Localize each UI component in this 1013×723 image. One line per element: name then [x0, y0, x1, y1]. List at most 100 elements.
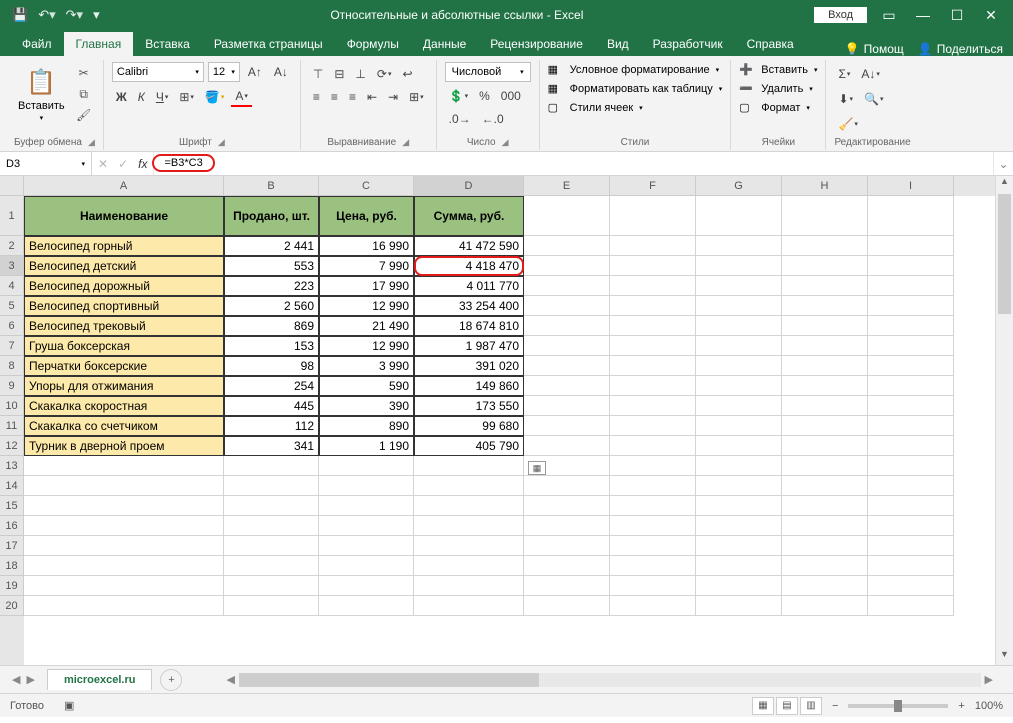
cell[interactable]: 12 990 [319, 296, 414, 316]
col-header[interactable]: H [782, 176, 868, 196]
cancel-formula-icon[interactable]: ✕ [98, 157, 108, 171]
cell[interactable]: 149 860 [414, 376, 524, 396]
cell[interactable] [868, 356, 954, 376]
cell[interactable] [414, 496, 524, 516]
cell[interactable]: 12 990 [319, 336, 414, 356]
add-sheet-button[interactable]: + [160, 669, 182, 691]
cell[interactable] [524, 376, 610, 396]
cell[interactable] [414, 456, 524, 476]
cell[interactable] [319, 596, 414, 616]
row-header[interactable]: 12 [0, 436, 24, 456]
cell[interactable] [610, 456, 696, 476]
col-header[interactable]: C [319, 176, 414, 196]
cell[interactable]: 17 990 [319, 276, 414, 296]
cell[interactable]: Велосипед дорожный [24, 276, 224, 296]
cell[interactable]: Скакалка со счетчиком [24, 416, 224, 436]
cell[interactable] [782, 496, 868, 516]
cell[interactable]: 1 190 [319, 436, 414, 456]
autosum-button[interactable]: Σ▾ [834, 65, 854, 83]
scroll-right-icon[interactable]: ▶ [981, 673, 997, 686]
cell[interactable] [868, 476, 954, 496]
cell[interactable] [696, 196, 782, 236]
clear-button[interactable]: 🧹▾ [834, 115, 861, 133]
cell[interactable] [696, 476, 782, 496]
cell[interactable] [782, 436, 868, 456]
cell-styles-button[interactable]: ▢Стили ячеек▾ [548, 100, 643, 115]
cell[interactable] [319, 456, 414, 476]
cell[interactable] [319, 476, 414, 496]
formula-input[interactable]: =B3*C3 [154, 152, 993, 175]
cell[interactable] [696, 576, 782, 596]
cell[interactable] [782, 576, 868, 596]
cell[interactable] [414, 576, 524, 596]
view-normal-icon[interactable]: ▦ [752, 697, 774, 715]
comma-format-icon[interactable]: 000 [497, 87, 525, 105]
cell[interactable] [696, 376, 782, 396]
cell[interactable] [610, 316, 696, 336]
cell[interactable] [224, 556, 319, 576]
cell[interactable] [524, 316, 610, 336]
align-middle-icon[interactable]: ⊟ [330, 65, 348, 83]
login-button[interactable]: Вход [814, 7, 867, 23]
row-header[interactable]: 17 [0, 536, 24, 556]
scroll-up-icon[interactable]: ▲ [996, 176, 1013, 192]
cell[interactable] [610, 556, 696, 576]
tab-help[interactable]: Справка [735, 32, 806, 56]
cell[interactable] [868, 396, 954, 416]
enter-formula-icon[interactable]: ✓ [118, 157, 128, 171]
dialog-launcher-icon[interactable]: ◢ [402, 137, 409, 148]
cell[interactable] [782, 556, 868, 576]
cell[interactable] [24, 556, 224, 576]
cell[interactable] [696, 316, 782, 336]
cell[interactable]: Упоры для отжимания [24, 376, 224, 396]
italic-button[interactable]: К [134, 87, 149, 107]
row-header[interactable]: 20 [0, 596, 24, 616]
cell[interactable]: 1 987 470 [414, 336, 524, 356]
tab-developer[interactable]: Разработчик [641, 32, 735, 56]
cell[interactable]: 391 020 [414, 356, 524, 376]
cell[interactable] [610, 476, 696, 496]
cell[interactable] [610, 576, 696, 596]
cell[interactable] [696, 436, 782, 456]
cell[interactable] [868, 416, 954, 436]
cell[interactable] [696, 356, 782, 376]
cell[interactable] [868, 496, 954, 516]
cell[interactable]: Наименование [24, 196, 224, 236]
cell[interactable] [868, 556, 954, 576]
decrease-font-icon[interactable]: A↓ [270, 63, 292, 81]
merge-button[interactable]: ⊞▾ [405, 88, 428, 106]
cell[interactable] [224, 576, 319, 596]
cell[interactable] [868, 256, 954, 276]
cell[interactable] [524, 396, 610, 416]
cell[interactable]: Велосипед трековый [24, 316, 224, 336]
cell[interactable] [610, 336, 696, 356]
cell[interactable]: 590 [319, 376, 414, 396]
cell[interactable] [610, 436, 696, 456]
cell[interactable] [524, 496, 610, 516]
ribbon-options-icon[interactable]: ▭ [877, 7, 901, 24]
cell[interactable] [868, 196, 954, 236]
tab-formulas[interactable]: Формулы [335, 32, 411, 56]
row-header[interactable]: 10 [0, 396, 24, 416]
cell[interactable]: 153 [224, 336, 319, 356]
tab-data[interactable]: Данные [411, 32, 478, 56]
dialog-launcher-icon[interactable]: ◢ [88, 137, 95, 148]
cut-icon[interactable]: ✂ [73, 64, 95, 82]
cell[interactable] [782, 296, 868, 316]
save-icon[interactable]: 💾 [12, 7, 28, 23]
cell[interactable] [782, 356, 868, 376]
wrap-text-icon[interactable]: ↩ [398, 65, 416, 83]
cell[interactable] [782, 516, 868, 536]
conditional-formatting-button[interactable]: ▦Условное форматирование▾ [548, 62, 719, 77]
cell[interactable]: 18 674 810 [414, 316, 524, 336]
name-box[interactable]: D3▾ [0, 152, 92, 175]
view-page-layout-icon[interactable]: ▤ [776, 697, 798, 715]
cell[interactable] [610, 236, 696, 256]
col-header[interactable]: I [868, 176, 954, 196]
cell[interactable]: 7 990 [319, 256, 414, 276]
cell[interactable] [782, 596, 868, 616]
cell[interactable] [414, 556, 524, 576]
cell[interactable] [782, 316, 868, 336]
cell[interactable]: Турник в дверной проем [24, 436, 224, 456]
cell[interactable]: 390 [319, 396, 414, 416]
